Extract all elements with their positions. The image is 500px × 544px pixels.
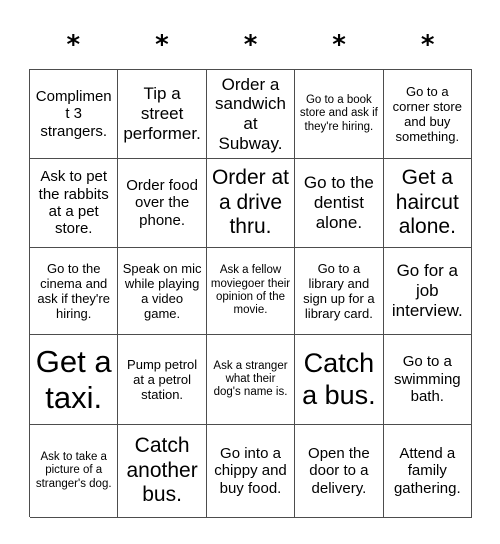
bingo-cell-r1c2[interactable]: Tip a street performer. (118, 70, 207, 159)
bingo-card: * * * * * Compliment 3 strangers. Tip a … (0, 0, 500, 544)
bingo-cell-text: Go to the dentist alone. (303, 173, 374, 232)
bingo-cell-text: Get a taxi. (35, 343, 112, 415)
asterisk-icon: * (243, 30, 258, 60)
bingo-cell-text: Pump petrol at a petrol station. (127, 356, 198, 403)
header-cell-3: * (206, 22, 295, 66)
bingo-cell-r5c3[interactable]: Go into a chippy and buy food. (206, 425, 296, 518)
bingo-cell-text: Go to a swimming bath. (393, 353, 461, 406)
bingo-cell-r2c4[interactable]: Go to the dentist alone. (295, 159, 384, 248)
bingo-grid: Compliment 3 strangers. Tip a street per… (29, 69, 472, 518)
header-cell-1: * (29, 22, 118, 66)
bingo-cell-text: Go to a corner store and buy something. (392, 83, 462, 145)
bingo-cell-text: Go to a library and sign up for a librar… (303, 260, 375, 322)
bingo-cell-r3c3[interactable]: Ask a fellow moviegoer their opinion of … (206, 248, 296, 335)
bingo-cell-r1c5[interactable]: Go to a corner store and buy something. (383, 70, 472, 159)
bingo-cell-text: Tip a street performer. (123, 84, 201, 143)
bingo-cell-text: Go into a chippy and buy food. (214, 444, 287, 497)
bingo-cell-r4c1[interactable]: Get a taxi. (30, 335, 119, 425)
bingo-cell-text: Ask to pet the rabbits at a pet store. (38, 168, 109, 238)
bingo-cell-text: Go to a book store and ask if they're hi… (299, 94, 378, 133)
header-cell-4: * (295, 22, 384, 66)
bingo-cell-r2c1[interactable]: Ask to pet the rabbits at a pet store. (30, 159, 119, 248)
bingo-cell-r5c5[interactable]: Attend a family gathering. (383, 425, 472, 518)
bingo-cell-r5c4[interactable]: Open the door to a delivery. (295, 425, 384, 518)
asterisk-icon: * (155, 30, 169, 60)
bingo-cell-text: Order food over the phone. (126, 176, 198, 229)
bingo-cell-r2c2[interactable]: Order food over the phone. (118, 159, 207, 248)
bingo-cell-r3c4[interactable]: Go to a library and sign up for a librar… (295, 248, 384, 335)
bingo-cell-text: Order a sandwich at Subway. (215, 74, 286, 153)
asterisk-icon: * (332, 30, 346, 60)
bingo-cell-r5c2[interactable]: Catch another bus. (118, 425, 207, 518)
bingo-cell-r2c5[interactable]: Get a haircut alone. (383, 159, 472, 248)
bingo-cell-r1c1[interactable]: Compliment 3 strangers. (30, 70, 119, 159)
bingo-cell-text: Catch a bus. (302, 348, 376, 410)
bingo-cell-r4c2[interactable]: Pump petrol at a petrol station. (118, 335, 207, 425)
bingo-cell-text: Order at a drive thru. (211, 166, 289, 239)
bingo-cell-text: Speak on mic while playing a video game. (122, 260, 202, 322)
bingo-cell-text: Go to the cinema and ask if they're hiri… (37, 260, 110, 322)
bingo-cell-text: Open the door to a delivery. (308, 444, 370, 497)
bingo-cell-text: Get a haircut alone. (395, 166, 459, 239)
bingo-cell-r4c3[interactable]: Ask a stranger what their dog's name is. (206, 335, 296, 425)
bingo-cell-text: Ask a fellow moviegoer their opinion of … (210, 264, 291, 317)
header-cell-2: * (118, 22, 207, 66)
asterisk-icon: * (66, 30, 81, 60)
bingo-cell-r3c5[interactable]: Go for a job interview. (383, 248, 472, 335)
bingo-cell-r5c1[interactable]: Ask to take a picture of a stranger's do… (30, 425, 119, 518)
bingo-cell-r3c1[interactable]: Go to the cinema and ask if they're hiri… (30, 248, 119, 335)
bingo-cell-text: Compliment 3 strangers. (35, 87, 112, 140)
bingo-cell-text: Catch another bus. (126, 434, 198, 507)
asterisk-icon: * (420, 30, 435, 60)
bingo-cell-r1c3[interactable]: Order a sandwich at Subway. (206, 70, 296, 159)
bingo-header-row: * * * * * (29, 22, 472, 66)
header-cell-5: * (383, 22, 472, 66)
bingo-cell-r4c5[interactable]: Go to a swimming bath. (383, 335, 472, 425)
bingo-cell-r2c3[interactable]: Order at a drive thru. (206, 159, 296, 248)
bingo-cell-r4c4[interactable]: Catch a bus. (295, 335, 384, 425)
bingo-cell-r1c4[interactable]: Go to a book store and ask if they're hi… (295, 70, 384, 159)
bingo-cell-text: Attend a family gathering. (393, 444, 461, 497)
bingo-cell-text: Go for a job interview. (391, 261, 463, 320)
bingo-cell-text: Ask a stranger what their dog's name is. (213, 359, 288, 399)
bingo-cell-r3c2[interactable]: Speak on mic while playing a video game. (118, 248, 207, 335)
bingo-cell-text: Ask to take a picture of a stranger's do… (35, 451, 112, 490)
